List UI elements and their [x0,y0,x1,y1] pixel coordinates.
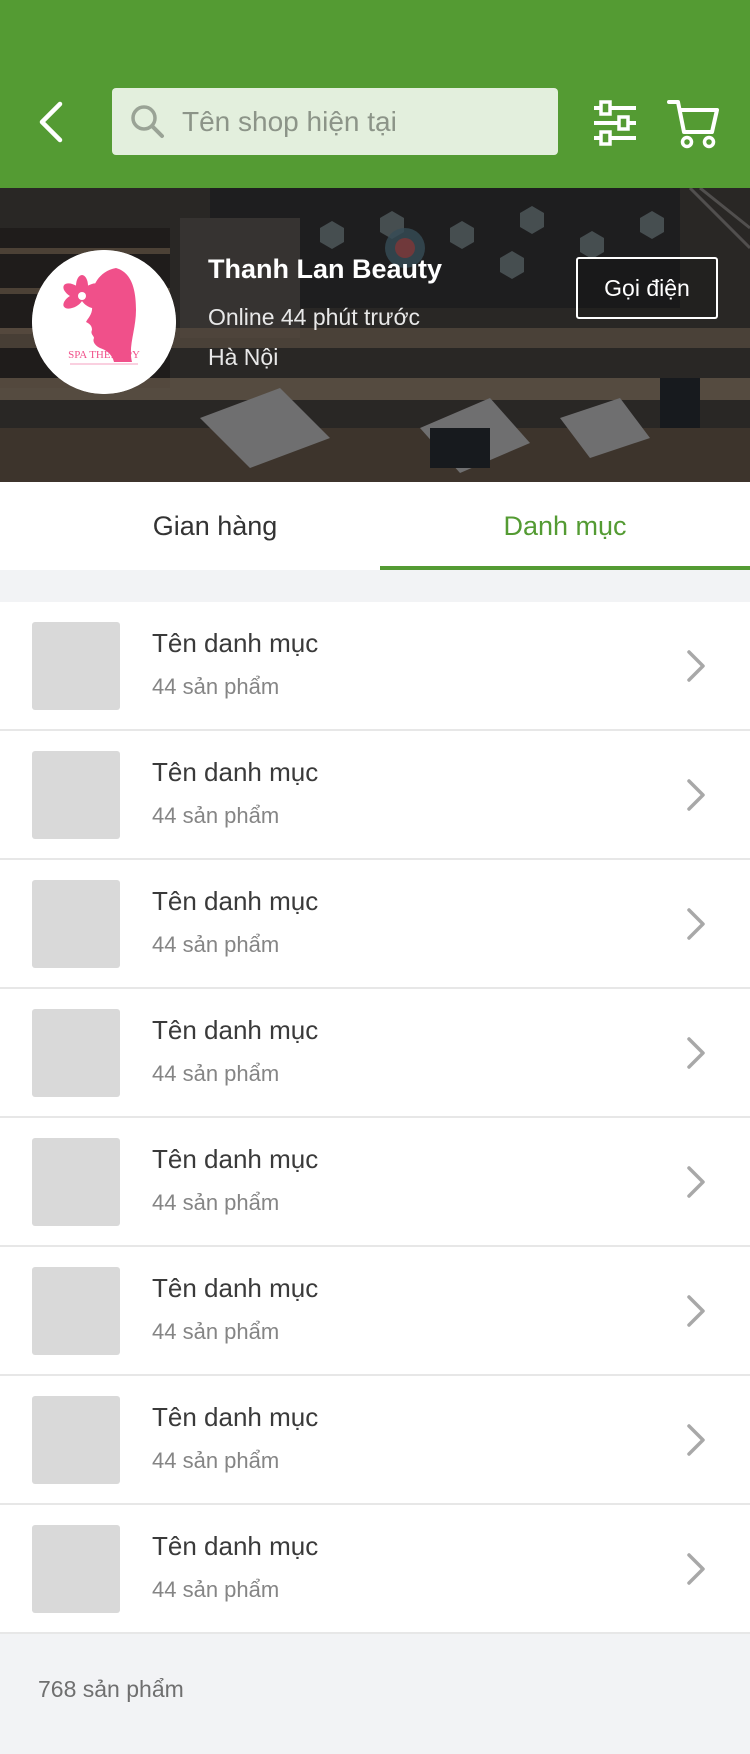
shop-online-status: Online 44 phút trước [208,304,421,330]
filter-sliders-icon[interactable] [590,100,640,146]
category-thumbnail [32,622,120,710]
category-product-count: 44 sản phẩm [152,1190,280,1215]
logo-text: SPA THERAPY [68,349,140,361]
cart-icon[interactable] [667,96,721,150]
category-list: Tên danh mục 44 sản phẩm Tên danh mục 44… [0,602,750,1634]
category-product-count: 44 sản phẩm [152,1448,280,1473]
category-thumbnail [32,1525,120,1613]
chevron-right-icon [687,779,705,811]
shop-banner: SPA THERAPY Thanh Lan Beauty Online 44 p… [0,188,750,482]
category-thumbnail [32,1009,120,1097]
category-item[interactable]: Tên danh mục 44 sản phẩm [0,989,750,1118]
chevron-right-icon [687,908,705,940]
top-bar [0,0,750,188]
search-box[interactable] [112,88,558,155]
category-title: Tên danh mục [152,886,319,916]
category-item[interactable]: Tên danh mục 44 sản phẩm [0,1376,750,1505]
category-product-count: 44 sản phẩm [152,674,280,699]
category-item[interactable]: Tên danh mục 44 sản phẩm [0,1118,750,1247]
category-thumbnail [32,1138,120,1226]
category-title: Tên danh mục [152,757,319,787]
total-product-count: 768 sản phẩm [38,1676,184,1702]
chevron-right-icon [687,1295,705,1327]
category-title: Tên danh mục [152,1015,319,1045]
category-title: Tên danh mục [152,1531,319,1561]
category-thumbnail [32,751,120,839]
chevron-right-icon [687,1037,705,1069]
back-arrow-icon[interactable] [30,90,78,154]
category-thumbnail [32,1267,120,1355]
category-item[interactable]: Tên danh mục 44 sản phẩm [0,602,750,731]
category-product-count: 44 sản phẩm [152,1319,280,1344]
category-title: Tên danh mục [152,628,319,658]
chevron-right-icon [687,1166,705,1198]
category-item[interactable]: Tên danh mục 44 sản phẩm [0,1505,750,1634]
category-item[interactable]: Tên danh mục 44 sản phẩm [0,1247,750,1376]
chevron-right-icon [687,1424,705,1456]
search-icon [129,103,167,141]
category-product-count: 44 sản phẩm [152,1577,280,1602]
category-title: Tên danh mục [152,1273,319,1303]
shop-location: Hà Nội [208,344,279,370]
category-product-count: 44 sản phẩm [152,1061,280,1086]
category-thumbnail [32,880,120,968]
category-item[interactable]: Tên danh mục 44 sản phẩm [0,860,750,989]
chevron-right-icon [687,650,705,682]
search-input[interactable] [182,88,542,155]
chevron-right-icon [687,1553,705,1585]
active-tab-indicator [380,566,750,570]
tab-gian-hang[interactable]: Gian hàng [52,482,378,570]
category-title: Tên danh mục [152,1144,319,1174]
tab-danh-muc[interactable]: Danh mục [380,482,750,570]
category-product-count: 44 sản phẩm [152,932,280,957]
category-product-count: 44 sản phẩm [152,803,280,828]
category-thumbnail [32,1396,120,1484]
call-button[interactable]: Gọi điện [576,257,718,319]
category-item[interactable]: Tên danh mục 44 sản phẩm [0,731,750,860]
category-title: Tên danh mục [152,1402,319,1432]
shop-tabs: Gian hàng Danh mục [0,482,750,570]
shop-logo: SPA THERAPY [32,250,176,394]
shop-name: Thanh Lan Beauty [208,254,443,284]
